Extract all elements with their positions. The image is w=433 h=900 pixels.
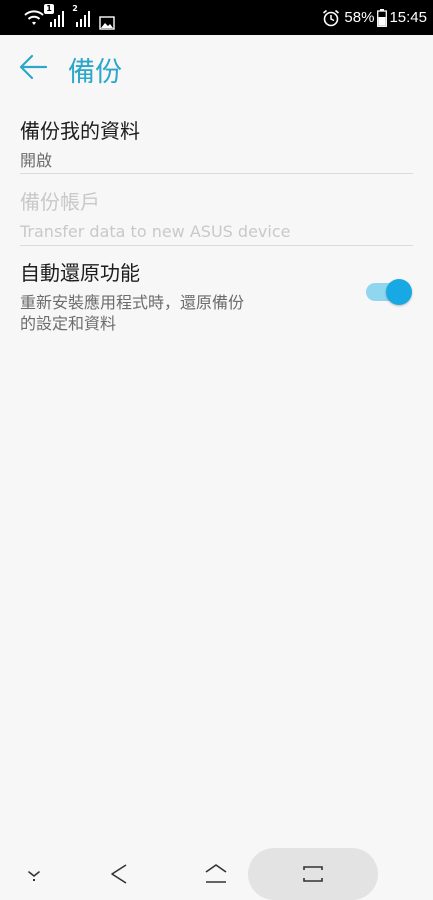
setting-title: 備份帳戶 xyxy=(20,190,100,214)
status-bar-left: 1 2 xyxy=(24,4,115,30)
back-nav-button[interactable] xyxy=(100,848,140,900)
hide-nav-button[interactable] xyxy=(14,848,54,900)
home-nav-button[interactable] xyxy=(194,848,238,900)
recents-icon xyxy=(303,866,323,882)
sim1-number: 1 xyxy=(44,4,54,14)
divider xyxy=(20,245,413,246)
setting-subtitle: Transfer data to new ASUS device xyxy=(20,222,291,241)
setting-subtitle-line1: 重新安裝應用程式時，還原備份 xyxy=(20,293,245,312)
auto-restore-toggle[interactable] xyxy=(366,278,412,306)
app-bar: 備份 xyxy=(0,35,433,103)
triangle-back-icon xyxy=(111,864,127,884)
setting-auto-restore[interactable]: 自動還原功能 重新安裝應用程式時，還原備份 的設定和資料 xyxy=(20,257,350,334)
setting-title: 備份我的資料 xyxy=(20,119,140,143)
status-bar: 1 2 58% 15:45 xyxy=(0,0,433,35)
sim2-signal-icon: 2 xyxy=(72,4,93,28)
setting-backup-my-data[interactable]: 備份我的資料 開啟 xyxy=(20,115,413,171)
sim2-number: 2 xyxy=(72,4,78,13)
chevron-down-icon xyxy=(28,871,40,881)
wifi-icon xyxy=(24,10,44,25)
recents-nav-button[interactable] xyxy=(248,848,378,900)
image-notification-icon xyxy=(99,16,115,30)
status-bar-right: 58% 15:45 xyxy=(322,0,427,35)
battery-percent: 58% xyxy=(344,9,375,26)
divider xyxy=(20,173,413,174)
setting-backup-account: 備份帳戶 Transfer data to new ASUS device xyxy=(20,186,413,242)
battery-icon xyxy=(377,8,388,27)
home-icon xyxy=(205,864,227,883)
back-button[interactable] xyxy=(18,51,50,83)
alarm-icon xyxy=(323,9,340,26)
clock: 15:45 xyxy=(389,9,427,26)
navigation-bar xyxy=(0,848,433,900)
setting-subtitle-line2: 的設定和資料 xyxy=(20,314,117,333)
arrow-left-icon xyxy=(19,54,48,80)
toggle-thumb xyxy=(386,279,412,305)
setting-subtitle: 重新安裝應用程式時，還原備份 的設定和資料 xyxy=(20,292,350,334)
sim1-signal-icon: 1 xyxy=(44,4,67,28)
setting-title: 自動還原功能 xyxy=(20,261,140,285)
setting-subtitle: 開啟 xyxy=(20,151,53,170)
page-title: 備份 xyxy=(68,57,122,88)
